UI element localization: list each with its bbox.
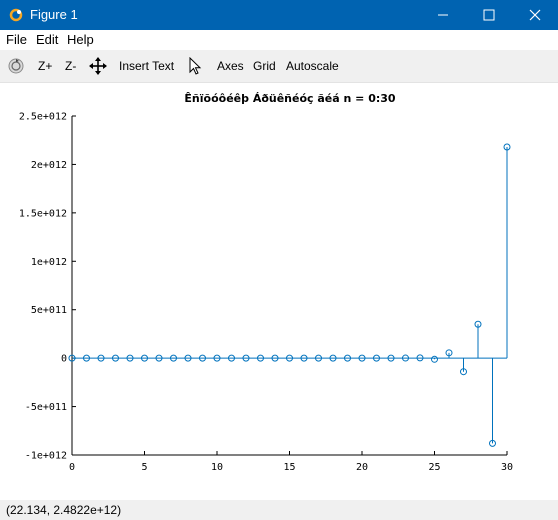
y-tick-label: 5e+011 bbox=[31, 305, 67, 316]
stem-chart[interactable]: Êñïõóôéêþ Áðüêñéóç ãéá n = 0:30 -1e+012-… bbox=[0, 83, 558, 500]
x-tick-label: 20 bbox=[356, 462, 368, 473]
zoom-in-button[interactable]: Z+ bbox=[38, 59, 52, 73]
select-pointer-icon[interactable] bbox=[188, 57, 202, 75]
y-tick-label: 2e+012 bbox=[31, 160, 67, 171]
maximize-icon bbox=[483, 9, 495, 21]
axes: -1e+012 -5e+011 0 5e+011 1e+012 1.5e+012 2e+01… bbox=[19, 112, 513, 474]
close-button[interactable] bbox=[512, 0, 558, 30]
menu-bar: File Edit Help bbox=[0, 30, 558, 50]
close-icon bbox=[529, 9, 541, 21]
y-tick-label: -5e+011 bbox=[25, 402, 67, 413]
x-tick-label: 15 bbox=[283, 462, 295, 473]
status-bar: (22.134, 2.4822e+12) bbox=[0, 500, 558, 520]
y-tick-label: 0 bbox=[61, 354, 67, 365]
minimize-button[interactable] bbox=[420, 0, 466, 30]
x-tick-label: 0 bbox=[69, 462, 75, 473]
toolbar: Z+ Z- Insert Text Axes Grid Autoscale bbox=[0, 50, 558, 83]
menu-file[interactable]: File bbox=[6, 32, 27, 47]
grid-button[interactable]: Grid bbox=[253, 59, 276, 73]
maximize-button[interactable] bbox=[466, 0, 512, 30]
y-tick-label: 2.5e+012 bbox=[19, 112, 67, 123]
cursor-coordinates: (22.134, 2.4822e+12) bbox=[6, 503, 122, 517]
zoom-out-button[interactable]: Z- bbox=[65, 59, 76, 73]
x-tick-label: 10 bbox=[211, 462, 223, 473]
y-tick-label: -1e+012 bbox=[25, 451, 67, 462]
axes-button[interactable]: Axes bbox=[217, 59, 244, 73]
window-title: Figure 1 bbox=[30, 7, 78, 22]
minimize-icon bbox=[438, 14, 448, 16]
pan-icon[interactable] bbox=[89, 57, 107, 75]
octave-app-icon bbox=[9, 8, 23, 22]
x-tick-label: 5 bbox=[141, 462, 147, 473]
rotate-icon[interactable] bbox=[7, 57, 25, 75]
y-tick-label: 1.5e+012 bbox=[19, 208, 67, 219]
y-tick-label: 1e+012 bbox=[31, 257, 67, 268]
menu-help[interactable]: Help bbox=[67, 32, 94, 47]
insert-text-button[interactable]: Insert Text bbox=[119, 59, 174, 73]
plot-area[interactable]: Êñïõóôéêþ Áðüêñéóç ãéá n = 0:30 -1e+012-… bbox=[0, 83, 558, 500]
autoscale-button[interactable]: Autoscale bbox=[286, 59, 339, 73]
x-tick-label: 30 bbox=[501, 462, 513, 473]
menu-edit[interactable]: Edit bbox=[36, 32, 58, 47]
stem-series bbox=[68, 143, 511, 447]
chart-title: Êñïõóôéêþ Áðüêñéóç ãéá n = 0:30 bbox=[184, 92, 396, 105]
title-bar: Figure 1 bbox=[0, 0, 558, 30]
x-tick-label: 25 bbox=[428, 462, 440, 473]
